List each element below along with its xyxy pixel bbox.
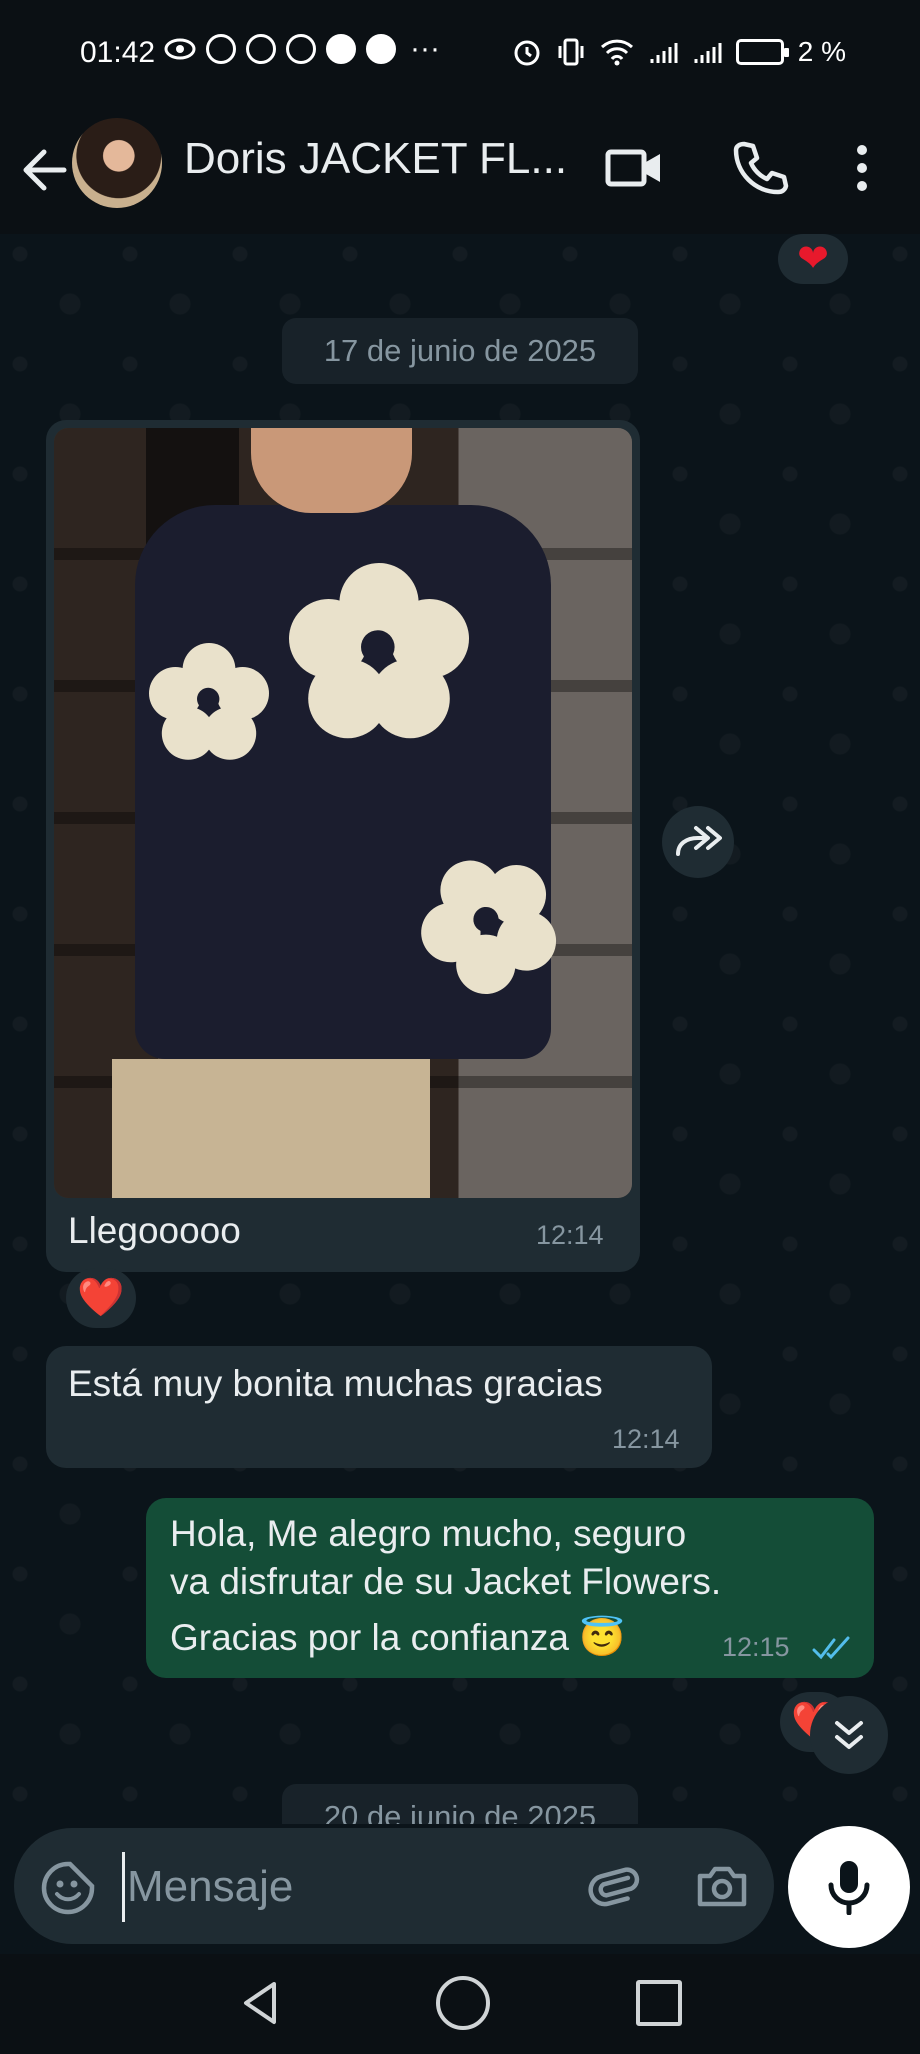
sticker-emoji-icon[interactable] (40, 1860, 96, 1916)
phone-call-icon[interactable] (730, 138, 790, 198)
composer-bar (0, 1824, 920, 1954)
paperclip-icon[interactable] (586, 1858, 642, 1914)
heart-reaction-icon: ❤️ (77, 1277, 125, 1319)
status-bar: 01:42 ··· 2 % (0, 0, 920, 108)
incoming-message-bubble[interactable]: Está muy bonita muchas gracias 12:14 (46, 1346, 712, 1468)
flower-patch (149, 643, 269, 763)
date-separator: 20 de junio de 2025 (282, 1784, 638, 1824)
nav-home-icon[interactable] (436, 1976, 490, 2030)
status-time: 01:42 (80, 36, 156, 69)
back-arrow-icon[interactable] (18, 138, 74, 202)
system-navigation-bar (0, 1954, 920, 2054)
pinterest-notification-icon (286, 34, 316, 64)
notification-icons: ··· (164, 34, 440, 64)
message-reaction[interactable]: ❤ (778, 234, 848, 284)
signal-2-icon (694, 43, 722, 63)
more-notifications-icon: ··· (410, 32, 440, 65)
microphone-icon (828, 1861, 870, 1915)
scroll-to-bottom-button[interactable] (810, 1696, 888, 1774)
message-text: Hola, Me alegro mucho, seguro va disfrut… (170, 1513, 722, 1658)
message-text: Está muy bonita muchas gracias (68, 1363, 603, 1404)
message-time: 12:15 (722, 1632, 790, 1662)
chat-messages[interactable]: ❤ 17 de junio de 2025 Llegooooo 12:14 ❤️… (0, 234, 920, 1824)
battery-icon (735, 39, 789, 65)
nav-recents-icon[interactable] (636, 1980, 682, 2026)
heart-reaction-icon: ❤ (797, 238, 829, 280)
image-caption: Llegooooo (68, 1210, 241, 1251)
read-ticks-icon (812, 1636, 850, 1660)
contact-avatar[interactable] (72, 118, 162, 208)
whatsapp-notification-icon (206, 34, 236, 64)
app-notification-icon (366, 34, 396, 64)
outgoing-message-bubble[interactable]: Hola, Me alegro mucho, seguro va disfrut… (146, 1498, 874, 1678)
double-chevron-down-icon (835, 1721, 863, 1749)
voice-message-button[interactable] (788, 1826, 910, 1948)
message-reaction[interactable]: ❤️ (66, 1268, 136, 1328)
message-photo[interactable] (54, 428, 632, 1198)
eye-icon (164, 38, 196, 60)
flower-patch (289, 563, 469, 743)
vibrate-icon (558, 38, 584, 66)
forward-button[interactable] (662, 806, 734, 878)
messenger-notification-icon (246, 34, 276, 64)
message-time: 12:14 (612, 1424, 680, 1454)
facebook-notification-icon (326, 34, 356, 64)
message-time: 12:14 (536, 1220, 604, 1250)
image-message-bubble[interactable]: Llegooooo 12:14 (46, 420, 640, 1272)
nav-back-icon[interactable] (236, 1978, 286, 2028)
battery-level: 2 % (797, 36, 846, 67)
video-call-icon[interactable] (604, 138, 664, 198)
alarm-icon (514, 40, 540, 66)
message-composer[interactable] (14, 1828, 774, 1944)
chat-header: Doris JACKET FL... (0, 108, 920, 234)
message-input[interactable] (122, 1852, 569, 1922)
forward-icon (676, 826, 722, 856)
contact-name[interactable]: Doris JACKET FL... (184, 134, 567, 184)
camera-icon[interactable] (694, 1858, 750, 1914)
signal-icon (650, 43, 678, 63)
wifi-icon (600, 39, 633, 66)
system-icons: 2 % (512, 36, 846, 68)
more-options-icon[interactable] (842, 138, 882, 198)
date-separator: 17 de junio de 2025 (282, 318, 638, 384)
